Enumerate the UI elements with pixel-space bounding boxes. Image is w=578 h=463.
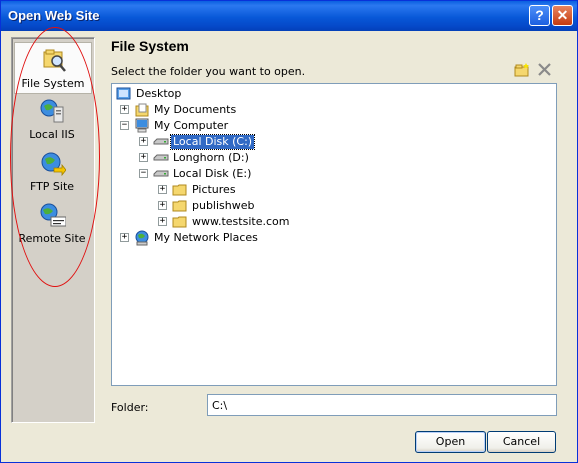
- tree-node-label: Pictures: [192, 183, 236, 196]
- places-bar: File System Local IIS FTP Site Remote Si…: [11, 37, 95, 423]
- tree-node-local-disk-e[interactable]: − Local Disk (E:): [139, 166, 339, 182]
- tree-node-testsite[interactable]: + www.testsite.com: [158, 214, 358, 230]
- tree-node-pictures[interactable]: + Pictures: [158, 182, 358, 198]
- place-local-iis[interactable]: Local IIS: [14, 94, 92, 146]
- place-label: FTP Site: [29, 180, 75, 193]
- cancel-button[interactable]: Cancel: [487, 431, 556, 453]
- collapse-icon[interactable]: −: [120, 121, 129, 130]
- expand-icon[interactable]: +: [158, 201, 167, 210]
- page-title: File System: [111, 38, 189, 54]
- folder-tree[interactable]: Desktop + My Documents − My Computer + L…: [111, 83, 557, 386]
- title-bar[interactable]: Open Web Site ? ✕: [1, 1, 577, 31]
- folder-icon: [172, 216, 187, 228]
- expand-icon[interactable]: +: [120, 233, 129, 242]
- my-documents-icon: [135, 103, 149, 117]
- help-button[interactable]: ?: [529, 5, 550, 26]
- local-iis-icon: [40, 99, 64, 123]
- drive-icon: [153, 138, 169, 145]
- tree-node-my-documents[interactable]: + My Documents: [120, 102, 320, 118]
- tree-node-label: Longhorn (D:): [173, 151, 249, 164]
- tree-node-label: Desktop: [136, 87, 182, 100]
- instruction-text: Select the folder you want to open.: [111, 65, 306, 78]
- drive-icon: [153, 170, 169, 177]
- tree-node-label: My Documents: [154, 103, 237, 116]
- network-places-icon: [135, 230, 149, 246]
- close-button[interactable]: ✕: [552, 5, 573, 26]
- place-ftp-site[interactable]: FTP Site: [14, 146, 92, 198]
- ftp-site-icon: [41, 152, 66, 176]
- folder-label: Folder:: [111, 401, 149, 414]
- tree-node-my-computer[interactable]: − My Computer: [120, 118, 320, 134]
- window-title: Open Web Site: [8, 8, 100, 23]
- place-label: Local IIS: [29, 128, 75, 141]
- tree-node-network-places[interactable]: + My Network Places: [120, 230, 320, 246]
- expand-icon[interactable]: +: [120, 105, 129, 114]
- place-file-system[interactable]: File System: [14, 42, 92, 94]
- desktop-icon: [116, 87, 131, 100]
- new-folder-icon[interactable]: [513, 62, 531, 78]
- tree-node-label: Local Disk (E:): [173, 167, 252, 180]
- expand-icon[interactable]: +: [158, 185, 167, 194]
- my-computer-icon: [135, 118, 149, 133]
- remote-site-icon: [40, 203, 66, 227]
- place-remote-site[interactable]: Remote Site: [14, 198, 92, 250]
- delete-icon[interactable]: [536, 62, 554, 78]
- tree-node-local-disk-c[interactable]: + Local Disk (C:): [139, 134, 339, 150]
- tree-node-label: www.testsite.com: [192, 215, 290, 228]
- place-label: File System: [21, 77, 85, 90]
- open-button[interactable]: Open: [415, 431, 486, 453]
- expand-icon[interactable]: +: [158, 217, 167, 226]
- folder-icon: [172, 184, 187, 196]
- folder-field[interactable]: [207, 394, 557, 416]
- folder-icon: [172, 200, 187, 212]
- tree-node-longhorn-d[interactable]: + Longhorn (D:): [139, 150, 339, 166]
- expand-icon[interactable]: +: [139, 153, 148, 162]
- tree-node-label: publishweb: [192, 199, 255, 212]
- drive-icon: [153, 154, 169, 161]
- open-web-site-dialog: Open Web Site ? ✕ File System Local IIS: [0, 0, 578, 463]
- tree-node-label: My Network Places: [154, 231, 258, 244]
- tree-node-desktop[interactable]: Desktop: [116, 86, 316, 102]
- tree-node-label: Local Disk (C:): [169, 134, 256, 150]
- tree-node-publishweb[interactable]: + publishweb: [158, 198, 358, 214]
- place-label: Remote Site: [18, 232, 86, 245]
- expand-icon[interactable]: +: [139, 137, 148, 146]
- tree-node-label: My Computer: [154, 119, 229, 132]
- file-system-icon: [43, 49, 66, 72]
- collapse-icon[interactable]: −: [139, 169, 148, 178]
